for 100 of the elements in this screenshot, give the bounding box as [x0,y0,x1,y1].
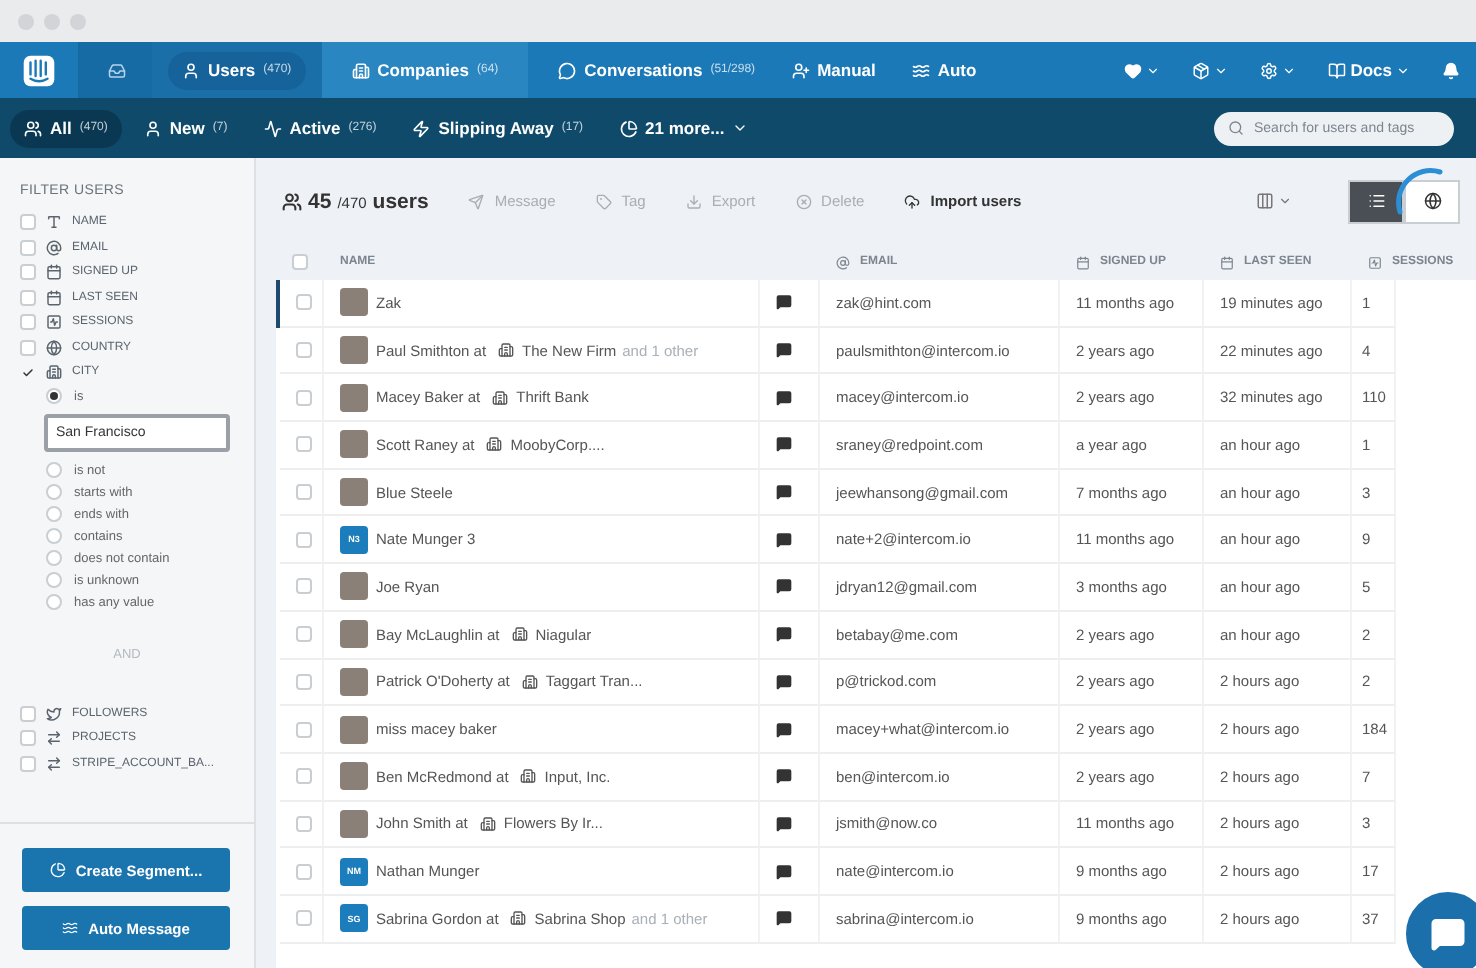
nav-tab[interactable]: Manual [777,51,890,89]
photo-placeholder [340,809,368,838]
calendar-icon [46,264,62,281]
wave-icon [911,61,930,79]
checkbox[interactable] [296,863,312,880]
people-icon [24,119,42,137]
checkbox[interactable] [20,239,36,256]
caret-icon[interactable] [1214,63,1229,77]
radio-button[interactable] [46,550,62,566]
building-icon [492,389,509,406]
building-icon [511,626,528,643]
building-icon [486,436,503,453]
building-icon [521,673,538,690]
checkbox[interactable] [20,339,36,356]
list-icon [1367,192,1385,210]
photo-placeholder [340,715,368,744]
chat-icon[interactable] [776,815,792,832]
chat-icon[interactable] [776,436,792,453]
radio-button[interactable] [46,484,62,500]
inbox-icon[interactable] [107,61,125,79]
book-icon [1328,61,1347,79]
nav-tab[interactable]: Auto [897,51,991,89]
text-icon [46,214,62,231]
photo-placeholder [340,762,368,791]
person-plus-icon [791,61,810,79]
checkbox[interactable] [20,214,36,231]
arrows-icon [46,755,62,772]
checkbox[interactable] [296,436,312,453]
box-icon[interactable] [1192,61,1211,79]
segment-tab[interactable]: 21 more... [605,109,763,147]
checkbox[interactable] [296,389,312,406]
checkbox[interactable] [292,254,308,270]
at-sign-icon [46,239,62,256]
checkbox[interactable] [296,342,312,359]
chat-icon[interactable] [776,910,792,927]
cross-circle-icon [795,193,812,209]
cloud-upload-icon [904,193,921,209]
columns-button[interactable] [1256,192,1292,210]
building-icon [510,910,527,927]
checkbox[interactable] [20,364,36,381]
checkbox[interactable] [296,910,312,927]
checkbox[interactable] [20,314,36,331]
chat-icon[interactable] [776,578,792,595]
map-view-button[interactable] [1404,179,1460,223]
pie-chart-icon [619,119,638,137]
send-icon [468,193,485,209]
logo-icon[interactable] [22,53,56,87]
list-view-button[interactable] [1348,179,1404,223]
checkbox[interactable] [296,578,312,595]
at-sign-icon [836,255,850,269]
wave-icon [62,920,79,936]
chat-icon[interactable] [776,863,792,880]
checkbox[interactable] [20,705,36,722]
checkbox[interactable] [296,484,312,501]
caret-icon[interactable] [1282,63,1297,77]
chat-icon[interactable] [776,484,792,501]
people-icon [282,191,302,211]
radio-button[interactable] [46,388,62,404]
chat-icon[interactable] [776,294,792,311]
tag-icon [595,193,612,209]
chat-icon[interactable] [776,721,792,738]
checkbox[interactable] [296,815,312,832]
chat-icon[interactable] [776,768,792,785]
bird-icon [46,705,62,722]
chat-icon[interactable] [776,342,792,359]
checkbox[interactable] [296,531,312,548]
chat-icon[interactable] [776,673,792,690]
chat-icon [1430,916,1466,952]
checkbox[interactable] [20,730,36,747]
caret-icon[interactable] [1396,63,1410,77]
checkbox[interactable] [296,626,312,643]
checkbox[interactable] [296,768,312,785]
radio-button[interactable] [46,506,62,522]
chat-icon[interactable] [776,626,792,643]
chat-icon[interactable] [776,389,792,406]
settings-icon[interactable] [1260,61,1279,79]
docs-menu[interactable]: Docs [1350,60,1392,80]
photo-placeholder [340,288,368,317]
bell-icon[interactable] [1442,61,1460,79]
download-icon [685,193,702,209]
calendar-icon [1076,255,1090,269]
radio-button[interactable] [46,462,62,478]
heart-icon[interactable] [1124,61,1143,79]
photo-placeholder [340,667,368,696]
checkbox[interactable] [296,294,312,311]
chat-icon[interactable] [776,531,792,548]
caret-icon [1278,194,1292,208]
photo-placeholder [340,430,368,459]
photo-placeholder [340,383,368,412]
caret-icon[interactable] [1146,63,1161,77]
radio-button[interactable] [46,572,62,588]
lightning-icon [412,119,431,137]
checkbox[interactable] [296,721,312,738]
checkbox[interactable] [296,673,312,690]
checkbox[interactable] [20,755,36,772]
radio-button[interactable] [46,594,62,610]
photo-placeholder [340,478,368,507]
radio-button[interactable] [46,528,62,544]
checkbox[interactable] [20,289,36,306]
checkbox[interactable] [20,264,36,281]
